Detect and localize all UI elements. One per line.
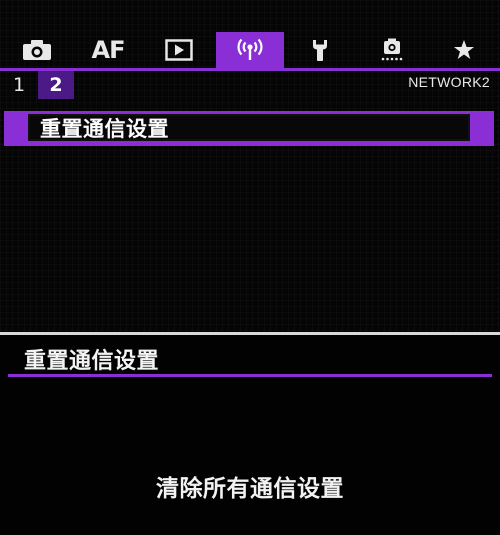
tab-my-menu[interactable] [428, 32, 500, 68]
star-icon [453, 39, 475, 61]
tab-setup[interactable] [284, 32, 356, 68]
detail-title-rule [8, 374, 492, 377]
wireless-icon [234, 38, 266, 62]
detail-description: 清除所有通信设置 [156, 476, 344, 502]
playback-icon [165, 39, 193, 61]
tab-custom-functions[interactable] [356, 32, 428, 68]
menu-item-reset-communication[interactable]: 重置通信设置 [4, 111, 494, 146]
subtab-bar: 1 2 [0, 71, 74, 99]
tab-af[interactable]: AF [74, 32, 142, 68]
detail-screen: 重置通信设置 清除所有通信设置 [0, 335, 500, 535]
wrench-icon [310, 38, 330, 62]
custom-functions-icon [378, 38, 406, 62]
detail-title: 重置通信设置 [24, 349, 160, 374]
menu-tab-bar: AF [0, 32, 500, 70]
tab-shooting[interactable] [0, 32, 74, 68]
menu-item-highlight: 重置通信设置 [28, 114, 470, 141]
tab-playback[interactable] [142, 32, 216, 68]
subtab-1[interactable]: 1 [0, 71, 38, 99]
tab-underline [0, 68, 500, 71]
menu-page-code: NETWORK2 [408, 74, 490, 90]
tab-af-label: AF [91, 36, 126, 64]
subtab-2[interactable]: 2 [38, 71, 74, 99]
menu-item-label: 重置通信设置 [40, 116, 169, 141]
camera-icon [22, 39, 52, 61]
tab-network[interactable] [216, 32, 284, 68]
camera-menu-screen: AF 1 2 NETWORK2 重置通信设置 [0, 0, 500, 332]
